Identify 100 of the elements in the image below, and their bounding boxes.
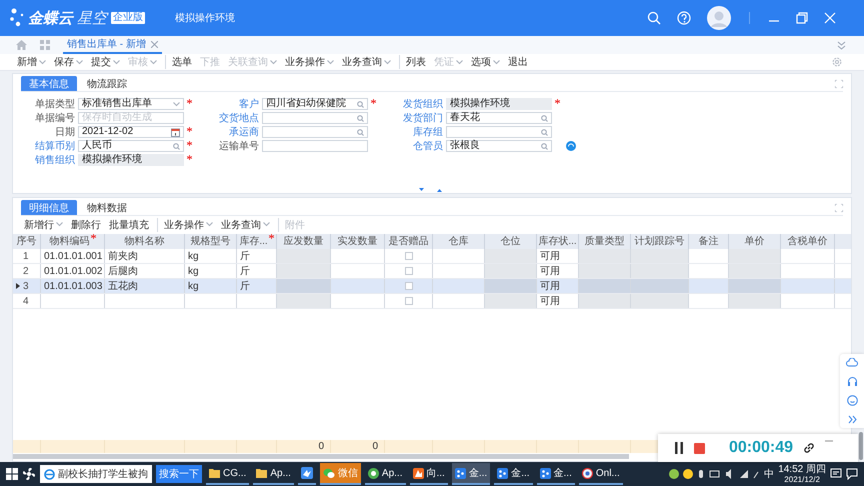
taskbar-app[interactable]: Onl...	[578, 463, 623, 485]
input-field[interactable]: 2021-12-02	[78, 126, 184, 138]
field-label[interactable]: 发货部门	[395, 111, 443, 125]
input-field[interactable]: 标准销售出库单	[78, 98, 184, 110]
table-row[interactable]: 2 01.01.01.002 后腿肉 kg 斤 可用	[13, 264, 851, 279]
search-button[interactable]: 搜索一下	[156, 465, 202, 483]
taskbar-app[interactable]: Ap...	[253, 463, 294, 485]
minimize-icon[interactable]	[825, 440, 834, 442]
field-label[interactable]: 仓管员	[395, 139, 443, 153]
input-method-indicator[interactable]: 中	[764, 467, 774, 481]
field-label[interactable]: 库存组	[395, 125, 443, 139]
search-icon[interactable]	[357, 128, 364, 136]
toolbar-button[interactable]: 业务查询	[339, 55, 394, 69]
notification-icon[interactable]	[830, 468, 842, 480]
horizontal-scrollbar[interactable]	[13, 454, 629, 459]
home-icon[interactable]	[16, 40, 27, 50]
toolbar-button[interactable]: 业务查询	[218, 218, 273, 232]
tray-icons-drawing[interactable]	[668, 468, 760, 480]
input-field[interactable]: 模拟操作环境	[446, 98, 552, 110]
double-chevron-icon[interactable]	[848, 414, 856, 424]
checkbox[interactable]	[404, 267, 412, 275]
search-icon[interactable]	[357, 114, 364, 122]
toolbar-button[interactable]: 业务操作	[157, 218, 216, 232]
restore-icon[interactable]	[796, 12, 808, 24]
search-icon[interactable]	[541, 128, 548, 136]
settings-icon[interactable]	[832, 57, 842, 67]
checkbox[interactable]	[404, 282, 412, 290]
taskbar-app[interactable]: CG...	[206, 463, 250, 485]
fan-icon[interactable]	[22, 467, 36, 481]
toolbar-button[interactable]: 新增	[14, 55, 49, 69]
table-row[interactable]: 1 01.01.01.001 前夹肉 kg 斤 可用	[13, 249, 851, 264]
search-icon[interactable]	[173, 142, 180, 150]
section-tab[interactable]: 物料数据	[79, 200, 135, 215]
field-label[interactable]: 销售组织	[27, 153, 75, 167]
toolbar-button[interactable]: 业务操作	[282, 55, 337, 69]
toolbar-button[interactable]: 保存	[51, 55, 86, 69]
expand-icon[interactable]	[835, 204, 843, 212]
link-icon[interactable]	[803, 442, 816, 454]
field-label[interactable]: 交货地点	[211, 111, 259, 125]
help-icon[interactable]	[677, 11, 691, 25]
checkbox[interactable]	[404, 297, 412, 305]
toolbar-button[interactable]: 批量填充	[106, 218, 152, 232]
taskbar-app[interactable]: 向...	[410, 463, 448, 485]
field-label[interactable]: 承运商	[211, 125, 259, 139]
toolbar-button[interactable]: 列表	[399, 55, 429, 69]
checkbox[interactable]	[404, 252, 412, 260]
refresh-icon[interactable]	[566, 141, 576, 151]
windows-start-icon[interactable]	[6, 468, 18, 480]
search-field[interactable]: 副校长抽打学生被拘	[40, 465, 152, 483]
toolbar-button[interactable]: 选单	[165, 55, 195, 69]
toolbar-button[interactable]: 退出	[505, 55, 531, 69]
stop-icon[interactable]	[694, 442, 705, 454]
input-field[interactable]: 张根良	[446, 140, 552, 152]
vertical-scrollbar[interactable]	[859, 432, 863, 460]
table-cell: 2	[13, 264, 41, 278]
caret-icon	[270, 60, 277, 64]
taskbar-app[interactable]: 金...	[536, 463, 575, 485]
section-tab[interactable]: 物流跟踪	[79, 76, 135, 91]
input-field[interactable]: 春天花	[446, 112, 552, 124]
expand-icon[interactable]	[835, 80, 843, 88]
search-icon[interactable]	[647, 11, 661, 25]
pause-icon[interactable]	[674, 442, 684, 454]
field-label[interactable]: 发货组织	[395, 97, 443, 111]
cloud-icon[interactable]	[846, 358, 858, 368]
toolbar-button[interactable]: 删除行	[68, 218, 104, 232]
input-field[interactable]	[446, 126, 552, 138]
toolbar-button[interactable]: 新增行	[21, 218, 66, 232]
headset-icon[interactable]	[846, 376, 858, 387]
field-label[interactable]: 结算币别	[27, 139, 75, 153]
avatar-icon[interactable]	[707, 6, 731, 30]
toolbar-button[interactable]: 选项	[468, 55, 503, 69]
input-field[interactable]: 模拟操作环境	[78, 154, 184, 166]
input-field[interactable]	[262, 140, 368, 152]
table-row[interactable]: 4 可用	[13, 294, 851, 309]
section-tab[interactable]: 基本信息	[21, 76, 77, 91]
table-row[interactable]: 3 01.01.01.003 五花肉 kg 斤 可用	[13, 279, 851, 294]
search-icon[interactable]	[357, 100, 364, 108]
smiley-icon[interactable]	[846, 395, 858, 406]
apps-grid-icon[interactable]	[40, 40, 50, 50]
collapse-arrows-icon[interactable]	[419, 188, 445, 193]
taskbar-app[interactable]: Ap...	[364, 463, 406, 485]
input-field[interactable]	[262, 126, 368, 138]
table-cell: 01.01.01.001	[41, 249, 105, 263]
calendar-icon[interactable]	[171, 128, 180, 136]
search-icon[interactable]	[541, 142, 548, 150]
recording-timer: 00:00:49	[729, 439, 794, 457]
field-label: 单据类型	[34, 98, 75, 111]
taskbar-app[interactable]: 金...	[452, 463, 490, 485]
input-field[interactable]: 四川省妇幼保健院	[262, 98, 368, 110]
double-chevron-icon[interactable]	[837, 40, 846, 50]
toolbar-button[interactable]: 提交	[88, 55, 123, 69]
dropdown-caret-icon[interactable]	[173, 102, 180, 106]
section-tab[interactable]: 明细信息	[21, 200, 77, 215]
input-field[interactable]: 人民币	[78, 140, 184, 152]
taskbar-app[interactable]: 金...	[494, 463, 533, 485]
field-label[interactable]: 客户	[211, 97, 259, 111]
input-field[interactable]	[262, 112, 368, 124]
action-center-icon[interactable]	[846, 468, 858, 480]
close-icon[interactable]	[150, 40, 158, 48]
search-icon[interactable]	[541, 114, 548, 122]
